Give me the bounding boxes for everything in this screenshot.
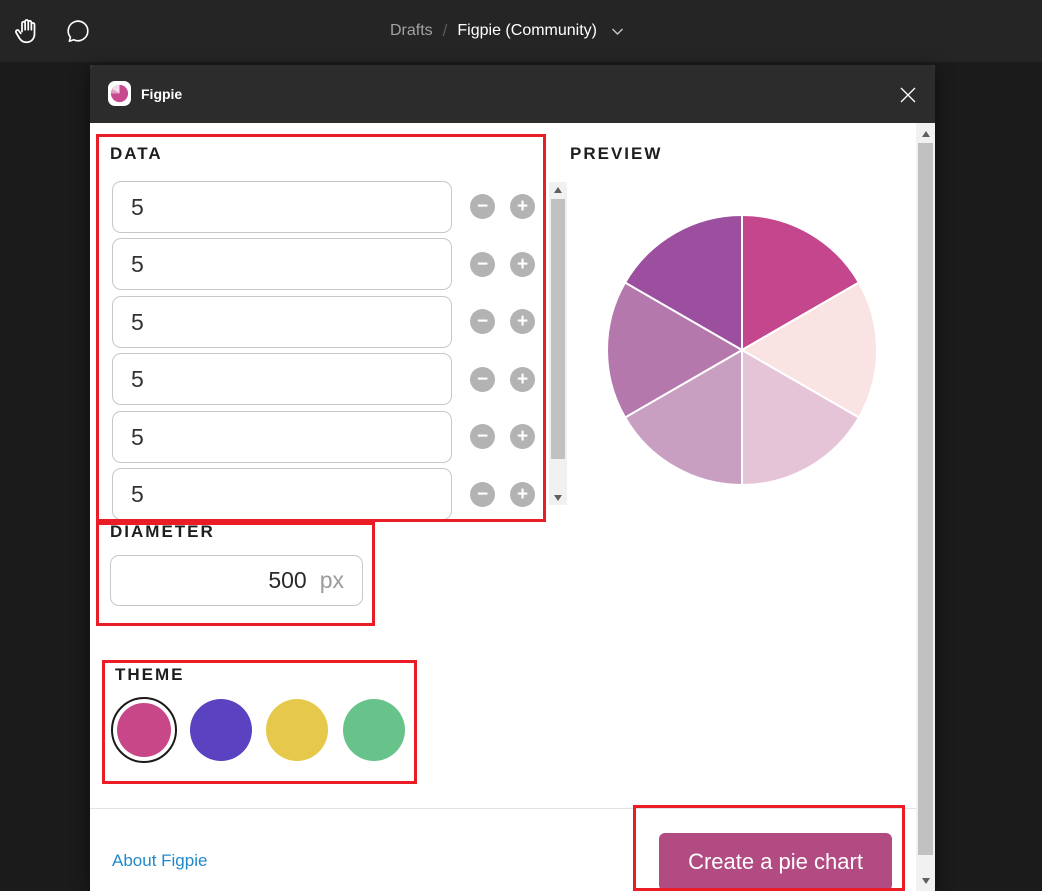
- decrement-button-6[interactable]: −: [470, 482, 495, 507]
- breadcrumb-folder[interactable]: Drafts: [390, 22, 433, 40]
- data-value-input-2[interactable]: [112, 238, 452, 290]
- hand-tool-icon[interactable]: [12, 15, 44, 47]
- plugin-title: Figpie: [141, 86, 182, 102]
- figpie-plugin-window: Figpie DATA − + − + − + − + − + − + PRE: [90, 65, 935, 891]
- scroll-down-icon[interactable]: [916, 873, 935, 888]
- decrement-button-1[interactable]: −: [470, 194, 495, 219]
- decrement-button-2[interactable]: −: [470, 252, 495, 277]
- data-value-input-4[interactable]: [112, 353, 452, 405]
- theme-swatch-yellow[interactable]: [264, 697, 330, 763]
- breadcrumb: Drafts / Figpie (Community): [390, 0, 624, 62]
- plugin-scrollbar[interactable]: [916, 123, 935, 891]
- about-figpie-link[interactable]: About Figpie: [112, 851, 207, 871]
- data-section-label: DATA: [110, 144, 163, 164]
- plugin-scrollbar-thumb[interactable]: [918, 143, 933, 855]
- theme-swatch-pink[interactable]: [111, 697, 177, 763]
- decrement-button-3[interactable]: −: [470, 309, 495, 334]
- figpie-logo-icon: [108, 81, 131, 106]
- close-icon[interactable]: [895, 82, 921, 108]
- footer-divider: [90, 808, 916, 809]
- decrement-button-4[interactable]: −: [470, 367, 495, 392]
- scroll-up-icon[interactable]: [549, 182, 567, 197]
- diameter-field: px: [110, 555, 363, 606]
- comment-icon[interactable]: [62, 15, 94, 47]
- scroll-up-icon[interactable]: [916, 126, 935, 141]
- theme-swatch-green[interactable]: [341, 697, 407, 763]
- increment-button-3[interactable]: +: [510, 309, 535, 334]
- increment-button-1[interactable]: +: [510, 194, 535, 219]
- theme-swatch-purple[interactable]: [188, 697, 254, 763]
- increment-button-2[interactable]: +: [510, 252, 535, 277]
- plugin-body: DATA − + − + − + − + − + − + PREVIEW DIA…: [90, 123, 935, 891]
- breadcrumb-file-title[interactable]: Figpie (Community): [457, 22, 597, 40]
- increment-button-6[interactable]: +: [510, 482, 535, 507]
- data-value-input-3[interactable]: [112, 296, 452, 348]
- chevron-down-icon[interactable]: [611, 27, 624, 36]
- figma-toolbar: Drafts / Figpie (Community): [0, 0, 1042, 62]
- data-list-scrollbar[interactable]: [549, 182, 567, 505]
- breadcrumb-separator: /: [443, 21, 448, 41]
- data-value-input-1[interactable]: [112, 181, 452, 233]
- scroll-down-icon[interactable]: [549, 490, 567, 505]
- plugin-header: Figpie: [90, 65, 935, 123]
- data-scrollbar-thumb[interactable]: [551, 199, 565, 459]
- data-value-input-6[interactable]: [112, 468, 452, 520]
- preview-section-label: PREVIEW: [570, 144, 662, 164]
- theme-section-label: THEME: [115, 665, 185, 685]
- increment-button-4[interactable]: +: [510, 367, 535, 392]
- create-pie-chart-button[interactable]: Create a pie chart: [659, 833, 892, 891]
- pie-chart-preview: [604, 212, 880, 488]
- diameter-unit-label: px: [320, 567, 344, 594]
- diameter-input[interactable]: [187, 567, 307, 594]
- decrement-button-5[interactable]: −: [470, 424, 495, 449]
- diameter-section-label: DIAMETER: [110, 522, 215, 542]
- data-value-input-5[interactable]: [112, 411, 452, 463]
- increment-button-5[interactable]: +: [510, 424, 535, 449]
